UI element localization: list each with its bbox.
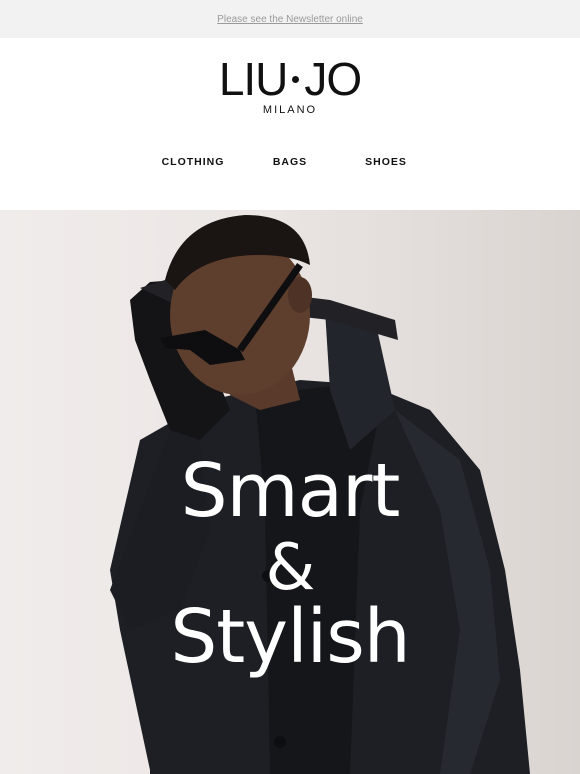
preheader-bar: Please see the Newsletter online	[0, 0, 580, 38]
email-header: LIU JO MILANO CLOTHING BAGS SHOES	[0, 38, 580, 210]
logo-name-right: JO	[304, 53, 362, 105]
nav-item-clothing[interactable]: CLOTHING	[162, 156, 225, 168]
hero-headline-line2: &	[265, 531, 316, 605]
logo-name-left: LIU	[218, 53, 289, 105]
main-nav: CLOTHING BAGS SHOES	[0, 156, 580, 176]
hero-headline-line1: Smart	[180, 448, 401, 534]
nav-item-bags[interactable]: BAGS	[273, 156, 307, 168]
logo-wordmark: LIU JO	[218, 53, 362, 105]
view-online-link[interactable]: Please see the Newsletter online	[217, 14, 363, 25]
logo-dot-icon	[292, 75, 300, 83]
hero-headline-line3: Stylish	[170, 594, 410, 680]
hero-banner[interactable]: Smart & Stylish	[0, 210, 580, 774]
brand-logo[interactable]: LIU JO MILANO	[0, 56, 580, 116]
nav-item-shoes[interactable]: SHOES	[365, 156, 407, 168]
logo-tagline: MILANO	[262, 104, 318, 116]
